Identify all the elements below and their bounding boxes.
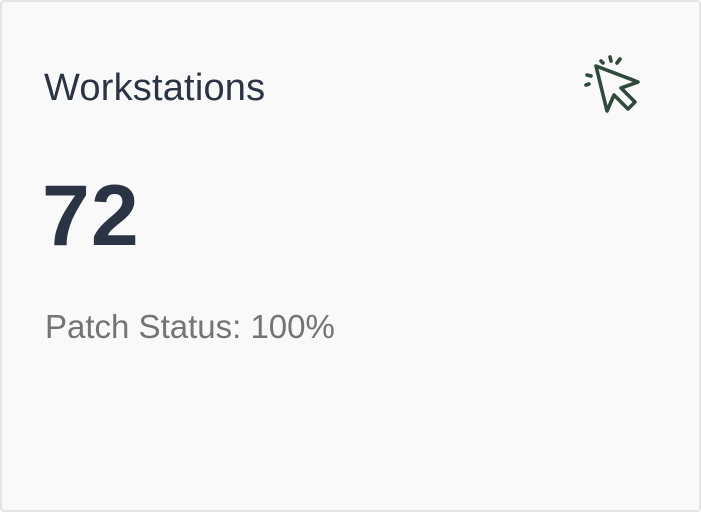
- patch-status-label: Patch Status:: [45, 308, 251, 345]
- workstation-count: 72: [42, 168, 140, 264]
- card-title: Workstations: [44, 67, 266, 109]
- workstations-card: Workstations 72 Patch Status: 100%: [0, 0, 701, 512]
- patch-status: Patch Status: 100%: [45, 306, 335, 348]
- cursor-click-icon[interactable]: [580, 54, 646, 120]
- patch-status-value: 100%: [250, 308, 335, 345]
